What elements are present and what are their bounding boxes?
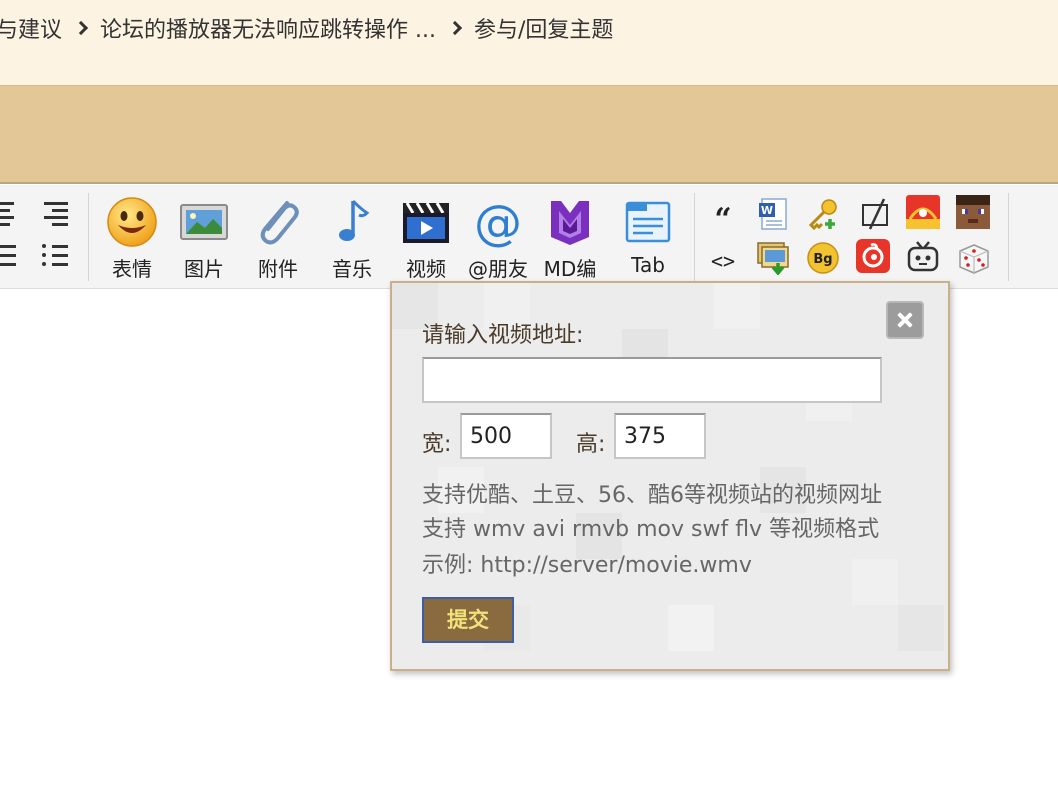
width-input[interactable] bbox=[460, 413, 552, 459]
close-icon[interactable] bbox=[886, 301, 924, 339]
chevron-right-icon bbox=[76, 21, 86, 35]
editor-toolbar: 表情 图片 附件 音乐 视频 @ @朋友 MD编 Tab “ W <> Bg bbox=[0, 185, 1058, 289]
mention-friend-button-label: @朋友 bbox=[468, 257, 528, 281]
editor-header-bar bbox=[0, 86, 1058, 184]
music-button[interactable]: 音乐 bbox=[316, 195, 388, 281]
dialog-title: 请输入视频地址: bbox=[422, 323, 584, 348]
attachment-button-label: 附件 bbox=[258, 257, 298, 281]
svg-text:@: @ bbox=[474, 195, 522, 249]
video-button-label: 视频 bbox=[406, 257, 446, 281]
alignment-tools bbox=[0, 199, 80, 275]
dice-icon[interactable] bbox=[956, 241, 990, 275]
image-button-label: 图片 bbox=[184, 257, 224, 281]
toolbar-divider bbox=[694, 193, 695, 281]
breadcrumb-item-forum[interactable]: 与建议 bbox=[0, 12, 62, 44]
film-icon bbox=[403, 202, 449, 243]
music-note-icon bbox=[339, 199, 370, 241]
tab-button-label: Tab bbox=[631, 253, 665, 277]
height-input[interactable] bbox=[614, 413, 706, 459]
breadcrumb-item-current: 参与/回复主题 bbox=[474, 18, 614, 43]
image-download-icon[interactable] bbox=[756, 241, 790, 276]
unordered-list-icon[interactable] bbox=[42, 241, 70, 269]
code-icon[interactable]: <> bbox=[706, 243, 740, 277]
markdown-button[interactable]: MD编 bbox=[534, 195, 606, 281]
breadcrumb: 与建议 论坛的播放器无法响应跳转操作 ... 参与/回复主题 bbox=[0, 12, 613, 44]
image-button[interactable]: 图片 bbox=[168, 195, 240, 281]
video-button[interactable]: 视频 bbox=[390, 195, 462, 281]
breadcrumb-item-thread[interactable]: 论坛的播放器无法响应跳转操作 ... bbox=[100, 12, 436, 44]
word-doc-icon[interactable]: W bbox=[756, 197, 790, 231]
align-right-icon[interactable] bbox=[42, 199, 70, 227]
emoji-button-label: 表情 bbox=[112, 257, 152, 281]
supported-sites-text: 支持优酷、土豆、56、酷6等视频站的视频网址 bbox=[422, 483, 882, 508]
attachment-button[interactable]: 附件 bbox=[242, 195, 314, 281]
chevron-right-icon bbox=[450, 21, 460, 35]
svg-text:“: “ bbox=[714, 202, 731, 233]
ordered-list-icon[interactable] bbox=[0, 241, 18, 269]
breadcrumb-bar: 与建议 论坛的播放器无法响应跳转操作 ... 参与/回复主题 bbox=[0, 0, 1058, 86]
video-url-input[interactable] bbox=[422, 357, 882, 403]
emoji-button[interactable]: 表情 bbox=[96, 195, 168, 281]
at-icon: @ bbox=[474, 195, 522, 249]
music-button-label: 音乐 bbox=[332, 257, 372, 281]
tab-icon bbox=[625, 201, 671, 243]
align-center-icon[interactable] bbox=[0, 199, 18, 227]
sina-weibo-icon[interactable] bbox=[906, 195, 940, 229]
supported-formats-text: 支持 wmv avi rmvb mov swf flv 等视频格式 bbox=[422, 517, 880, 542]
width-label: 宽: bbox=[422, 432, 452, 457]
netease-music-icon[interactable] bbox=[856, 239, 890, 273]
minecraft-head-icon[interactable] bbox=[956, 195, 990, 229]
markdown-button-label: MD编 bbox=[543, 257, 597, 281]
mention-friend-button[interactable]: @ @朋友 bbox=[462, 195, 534, 281]
tab-button[interactable]: Tab bbox=[612, 195, 684, 281]
video-url-dialog: 请输入视频地址: 宽: 高: 支持优酷、土豆、56、酷6等视频站的视频网址 支持… bbox=[390, 281, 950, 671]
height-label: 高: bbox=[576, 432, 606, 457]
toolbar-divider bbox=[88, 193, 89, 281]
quote-icon[interactable]: “ bbox=[706, 199, 740, 237]
svg-text:Bg: Bg bbox=[813, 252, 832, 267]
tv-robot-icon[interactable] bbox=[906, 239, 940, 273]
smiley-icon bbox=[107, 197, 157, 247]
bg-badge-icon[interactable]: Bg bbox=[806, 241, 840, 275]
key-add-icon[interactable] bbox=[806, 197, 840, 231]
submit-button[interactable]: 提交 bbox=[422, 597, 514, 643]
svg-text:W: W bbox=[761, 204, 773, 217]
toolbar-divider bbox=[1008, 193, 1009, 281]
paperclip-icon bbox=[260, 201, 299, 245]
image-icon bbox=[180, 204, 228, 240]
svg-text:<>: <> bbox=[711, 249, 735, 273]
free-format-icon[interactable] bbox=[858, 197, 892, 231]
markdown-icon bbox=[551, 201, 589, 245]
example-url-text: 示例: http://server/movie.wmv bbox=[422, 553, 752, 578]
